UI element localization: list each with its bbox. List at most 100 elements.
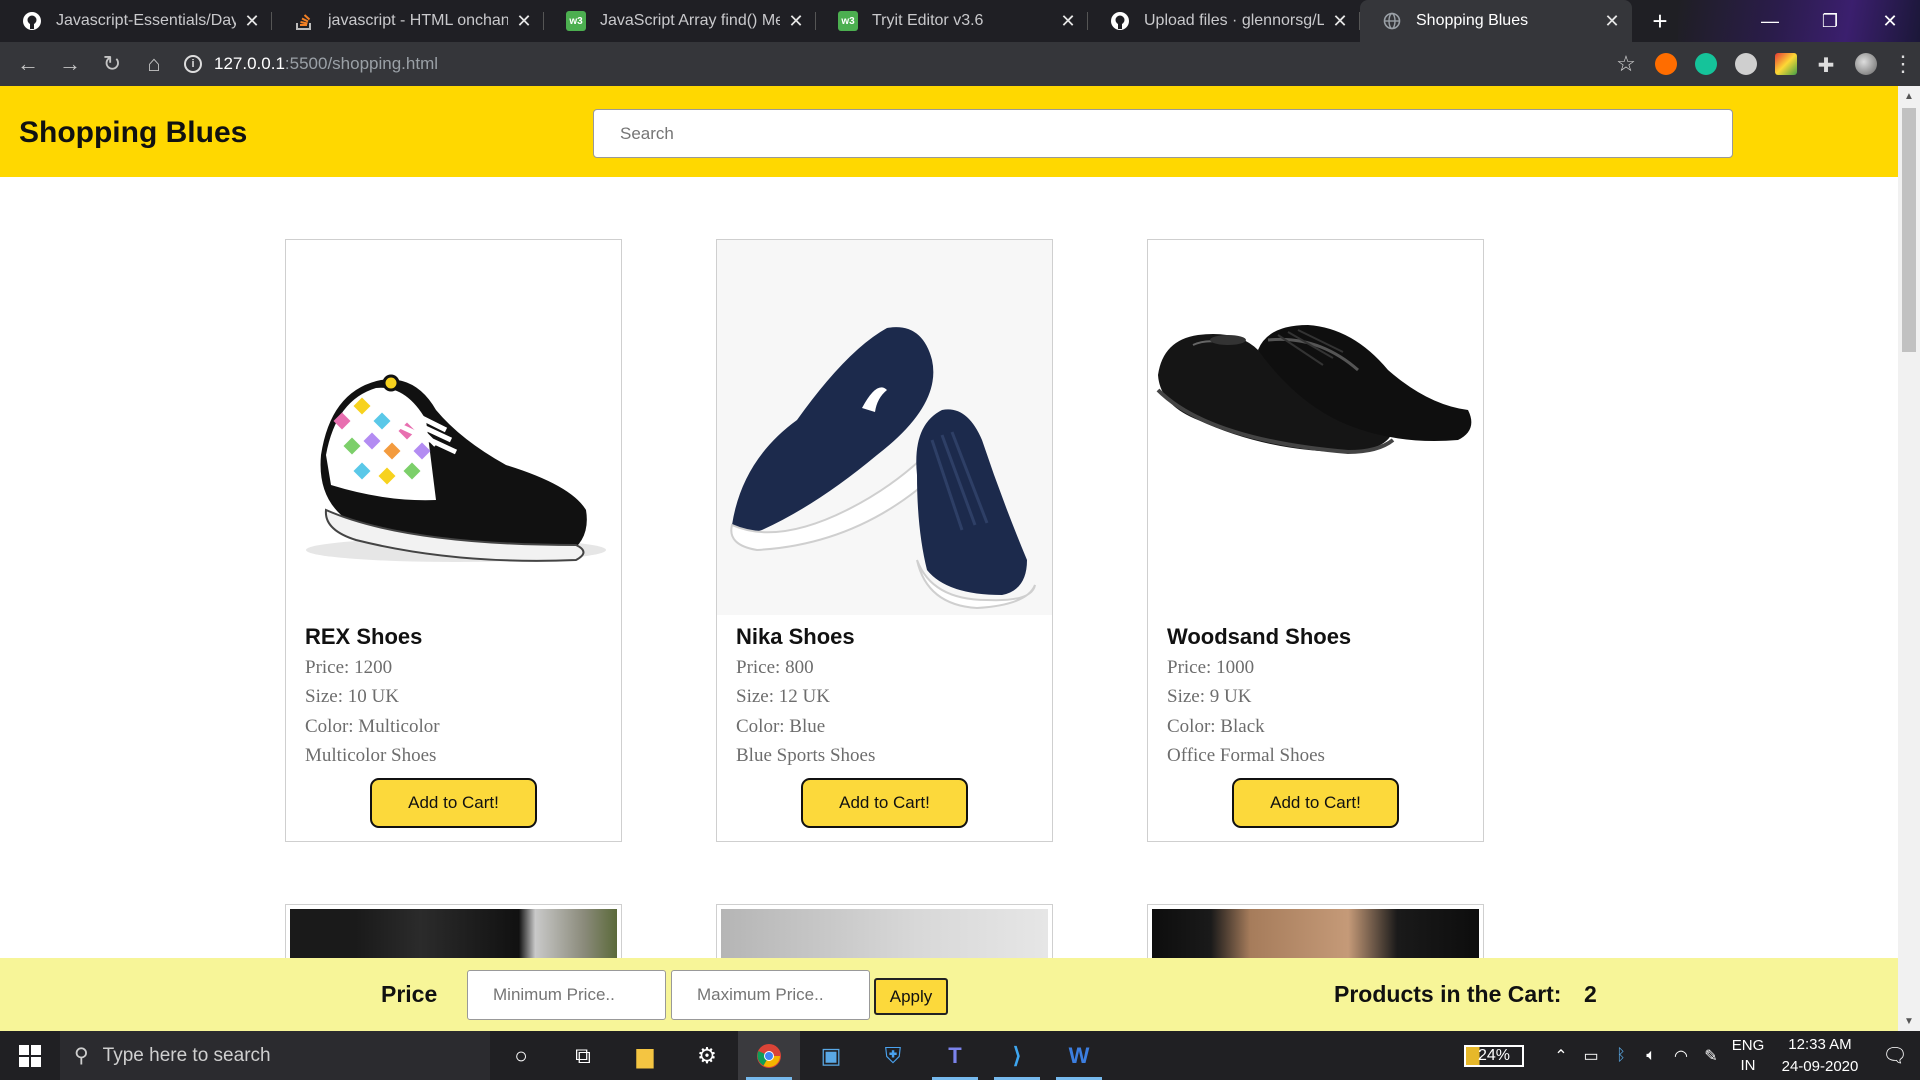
globe-icon [1382,11,1402,31]
file-explorer-icon[interactable]: ▆ [614,1031,676,1080]
vscode-icon[interactable]: ⟩ [986,1031,1048,1080]
word-icon[interactable]: W [1048,1031,1110,1080]
browser-tab-active[interactable]: Shopping Blues ✕ [1360,0,1632,42]
search-input[interactable] [593,109,1733,158]
product-name: Woodsand Shoes [1167,624,1352,649]
close-icon[interactable]: ✕ [786,11,806,31]
battery-percent: 24% [1477,1046,1511,1064]
github-icon [1110,11,1130,31]
region-code: IN [1740,1056,1756,1074]
product-price: Price: 1200 [305,657,393,678]
chevron-up-icon[interactable]: ⌃ [1546,1046,1576,1066]
product-price: Price: 800 [736,657,814,678]
titlebar: — ❐ ✕ [1678,0,1920,42]
page-viewport: Shopping Blues Search REX Shoes Price: 1… [0,86,1898,1031]
browser-tab[interactable]: w3 Tryit Editor v3.6 ✕ [816,0,1088,42]
close-window-icon[interactable]: ✕ [1860,0,1920,42]
scroll-up-icon[interactable]: ▲ [1898,86,1920,106]
clock[interactable]: 12:33 AM 24-09-2020 [1770,1034,1870,1078]
close-icon[interactable]: ✕ [1602,11,1622,31]
info-icon[interactable]: i [184,55,202,73]
task-view-icon[interactable]: ⧉ [552,1031,614,1080]
extension-icon[interactable] [1775,53,1797,75]
product-color: Color: Multicolor [305,716,440,737]
tab-title: Shopping Blues [1416,12,1529,29]
browser-tab[interactable]: javascript - HTML onchange ✕ [272,0,544,42]
bluetooth-icon[interactable]: ᛒ [1606,1047,1636,1065]
wifi-icon[interactable]: ◠ [1666,1046,1696,1066]
product-image [717,240,1052,615]
close-icon[interactable]: ✕ [1330,11,1350,31]
chrome-icon[interactable] [738,1031,800,1080]
add-to-cart-button[interactable]: Add to Cart! [1232,778,1399,828]
back-arrow-icon[interactable]: ← [8,44,48,84]
close-icon[interactable]: ✕ [1058,11,1078,31]
cart-count: 2 [1584,981,1597,1007]
product-color: Color: Black [1167,716,1265,737]
taskbar-search-placeholder: Type here to search [102,1044,271,1066]
scrollbar-thumb[interactable] [1902,108,1916,352]
apply-button[interactable]: Apply [874,978,948,1015]
avatar[interactable] [1855,53,1877,75]
browser-tab[interactable]: Upload files · glennorsg/Lets ✕ [1088,0,1360,42]
tab-title: JavaScript Array find() Metho [600,12,780,29]
home-icon[interactable]: ⌂ [134,44,174,84]
restore-icon[interactable]: ❐ [1800,0,1860,42]
add-to-cart-button[interactable]: Add to Cart! [370,778,537,828]
system-tray: 24% ⌃ ▭ ᛒ 🔈︎ ◠ ✎ ENG IN 12:33 AM 24-09-2… [1464,1031,1920,1080]
notification-icon[interactable]: 🗨︎ [1870,1043,1920,1068]
minimize-icon[interactable]: — [1740,0,1800,42]
taskbar-search[interactable]: ⚲ Type here to search [60,1031,490,1080]
extension-icon[interactable] [1735,53,1757,75]
pen-icon[interactable]: ✎ [1696,1046,1726,1066]
close-icon[interactable]: ✕ [514,11,534,31]
product-name: REX Shoes [305,624,423,649]
page-scrollbar[interactable]: ▲ ▼ [1898,86,1920,1031]
min-price-input[interactable] [467,970,666,1020]
product-card: REX Shoes Price: 1200 Size: 10 UK Color:… [285,239,622,842]
grammarly-icon[interactable] [1695,53,1717,75]
language-indicator[interactable]: ENG IN [1726,1036,1770,1076]
new-tab-button[interactable]: + [1642,3,1678,39]
browser-tab[interactable]: w3 JavaScript Array find() Metho ✕ [544,0,816,42]
address-bar[interactable]: i 127.0.0.1:5500/shopping.html [184,47,1606,81]
site-header: Shopping Blues [0,86,1898,177]
volume-icon[interactable]: 🔈︎ [1636,1047,1666,1065]
windows-taskbar: ⚲ Type here to search ○ ⧉ ▆ ⚙ ▣ ⛨ T ⟩ W … [0,1031,1920,1080]
price-filter-label: Price [381,981,438,1007]
puzzle-icon[interactable]: ✚ [1815,53,1837,77]
add-to-cart-button[interactable]: Add to Cart! [801,778,968,828]
settings-gear-icon[interactable]: ⚙ [676,1031,738,1080]
stackoverflow-icon [294,11,314,31]
product-name: Nika Shoes [736,624,855,649]
reload-icon[interactable]: ↻ [92,44,132,84]
max-price-input[interactable] [671,970,870,1020]
battery-icon[interactable]: ▭ [1576,1046,1606,1066]
teams-icon[interactable]: T [924,1031,986,1080]
browser-tab-strip: Javascript-Essentials/Day 8 A ✕ javascri… [0,0,1920,42]
extension-icon[interactable] [1655,53,1677,75]
search-icon: ⚲ [74,1045,89,1067]
cortana-icon[interactable]: ○ [490,1031,552,1080]
product-price: Price: 1000 [1167,657,1255,678]
product-description: Multicolor Shoes [305,745,437,766]
clock-date: 24-09-2020 [1781,1057,1859,1075]
battery-indicator[interactable]: 24% [1464,1044,1524,1067]
remote-desktop-icon[interactable]: ▣ [800,1031,862,1080]
tab-title: Tryit Editor v3.6 [872,12,984,29]
filter-bar: Price Apply Products in the Cart: 2 [0,958,1898,1031]
browser-tab[interactable]: Javascript-Essentials/Day 8 A ✕ [0,0,272,42]
product-image [1148,240,1483,615]
security-shield-icon[interactable]: ⛨ [862,1031,924,1080]
product-size: Size: 12 UK [736,686,830,707]
scroll-down-icon[interactable]: ▼ [1898,1011,1920,1031]
menu-icon[interactable]: ⋮ [1886,51,1920,77]
windows-start-icon[interactable] [0,1031,60,1080]
w3schools-icon: w3 [838,11,858,31]
product-size: Size: 9 UK [1167,686,1252,707]
forward-arrow-icon[interactable]: → [50,44,90,84]
bookmark-star-icon[interactable]: ☆ [1606,51,1646,77]
close-icon[interactable]: ✕ [242,11,262,31]
page-title: Shopping Blues [19,116,248,149]
product-card: Nika Shoes Price: 800 Size: 12 UK Color:… [716,239,1053,842]
